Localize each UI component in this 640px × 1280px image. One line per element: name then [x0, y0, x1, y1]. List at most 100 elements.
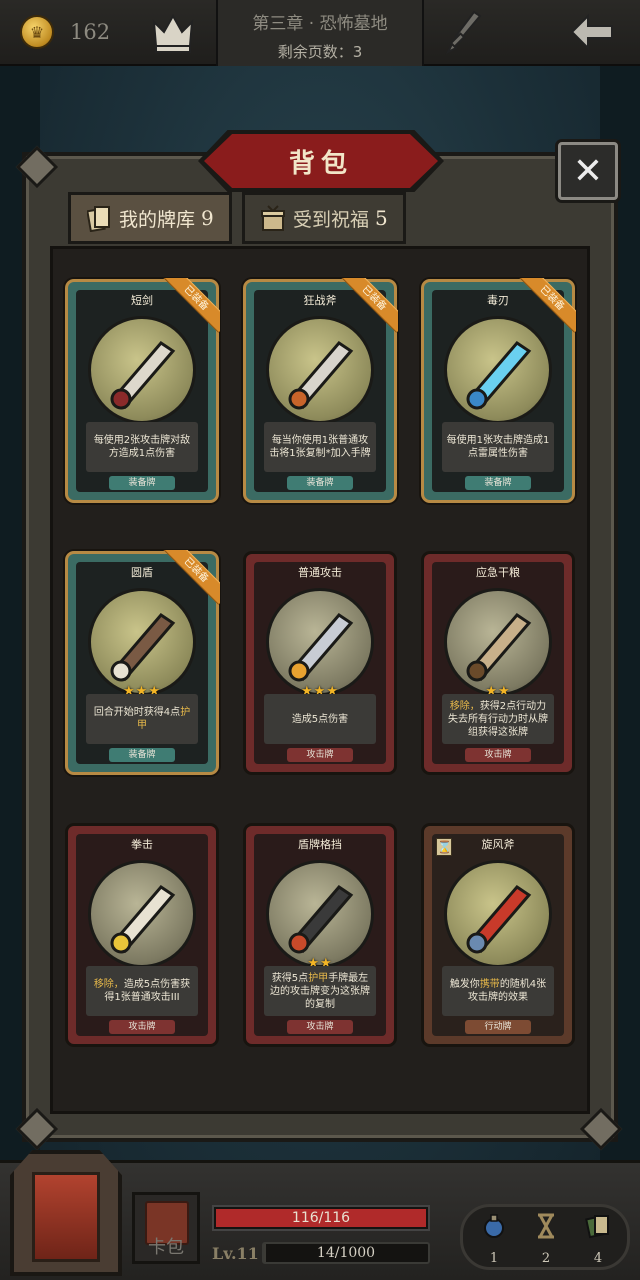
- deck-label: 卡包: [148, 1237, 184, 1258]
- chapter-title: 第三章 · 恐怖墓地: [252, 14, 388, 34]
- equipped-label: 已装备: [162, 550, 220, 605]
- card[interactable]: 狂战斧 每当你使用1张普通攻击将1张复制*加入手牌 装备牌 已装备: [246, 278, 398, 500]
- keyword-highlight: 移除，: [93, 979, 124, 990]
- hp-bar: 116/116: [212, 1205, 430, 1231]
- card-type-label: 行动牌: [465, 1020, 531, 1034]
- chapter-panel: 第三章 · 恐怖墓地 剩余页数：3: [216, 0, 424, 66]
- card-body: 旋风斧 触发你携带的随机4张攻击牌的效果 行动牌 ⌛: [432, 834, 564, 1036]
- whirl-axe-icon: [444, 860, 552, 968]
- card[interactable]: 应急干粮 ★★ 移除，获得2点行动力失去所有行动力时从牌组获得这张牌 攻击牌: [424, 554, 572, 772]
- card-description: 造成5点伤害: [264, 694, 376, 744]
- card-name: 盾牌格挡: [298, 838, 342, 851]
- tab-count: 5: [375, 206, 388, 230]
- card-description: 每使用1张攻击牌造成1点雷属性伤害: [442, 422, 554, 472]
- card-type-label: 装备牌: [109, 748, 175, 762]
- keyword-highlight: 护甲: [137, 707, 191, 731]
- card-description-text: 每当你使用1张普通攻击将1张复制*加入手牌: [269, 435, 371, 459]
- equipped-label: 已装备: [340, 278, 398, 333]
- card[interactable]: 毒刃 每使用1张攻击牌造成1点雷属性伤害 装备牌 已装备: [424, 278, 576, 500]
- equipped-label: 已装备: [518, 278, 576, 333]
- card-body: 拳击移除，造成5点伤害获得1张普通攻击III 攻击牌: [76, 834, 208, 1036]
- card-name: 应急干粮: [476, 566, 520, 579]
- equipped-ribbon: 已装备: [162, 278, 220, 336]
- tab-label: 受到祝福: [293, 208, 370, 231]
- fist-icon: [88, 860, 196, 968]
- top-bar: ♛ 162 第三章 · 恐怖墓地 剩余页数：3: [0, 0, 640, 66]
- card[interactable]: 圆盾 ★★★ 回合开始时获得4点护甲 装备牌 已装备: [68, 550, 220, 772]
- keyword-highlight: 移除，: [449, 700, 480, 712]
- equipped-label: 已装备: [162, 278, 220, 333]
- card-description-text: 移除，获得2点行动力失去所有行动力时从牌组获得这张牌: [448, 700, 548, 738]
- crown-icon[interactable]: [150, 10, 196, 56]
- hero-avatar: [32, 1172, 100, 1262]
- card-description: 移除，获得2点行动力失去所有行动力时从牌组获得这张牌: [442, 694, 554, 744]
- card-type-label: 装备牌: [465, 476, 531, 490]
- sword-slash-icon: [266, 588, 374, 696]
- shield-block-icon: [266, 860, 374, 968]
- inventory-box[interactable]: 1 2 4: [460, 1204, 630, 1270]
- hp-text: 116/116: [291, 1210, 351, 1226]
- card-description: 每使用2张攻击牌对敌方造成1点伤害: [86, 422, 198, 472]
- card-description-text: 每使用2张攻击牌对敌方造成1点伤害: [93, 435, 191, 459]
- xp-text: 14/1000: [316, 1245, 376, 1261]
- card-description: 移除，造成5点伤害获得1张普通攻击III: [86, 966, 198, 1016]
- sword-icon[interactable]: [444, 8, 484, 56]
- gold-coin-icon: ♛: [20, 15, 54, 49]
- card-body: 应急干粮 ★★ 移除，获得2点行动力失去所有行动力时从牌组获得这张牌 攻击牌: [432, 562, 564, 764]
- card-name: 拳击: [131, 838, 153, 851]
- card[interactable]: 短剑 每使用2张攻击牌对敌方造成1点伤害 装备牌 已装备: [68, 278, 220, 500]
- keyword-highlight: 携带: [479, 979, 500, 990]
- inventory-count: 2: [541, 1251, 551, 1266]
- card[interactable]: 普通攻击 ★★★ 造成5点伤害 攻击牌: [246, 554, 394, 772]
- hero-portrait[interactable]: [10, 1150, 122, 1276]
- tab-my-deck[interactable]: 我的牌库 9: [68, 192, 232, 244]
- back-arrow-icon[interactable]: [568, 12, 616, 52]
- card-type-label: 攻击牌: [109, 1020, 175, 1034]
- card-description: 获得5点护甲手牌最左边的攻击牌变为这张牌的复制: [264, 966, 376, 1016]
- card-description-text: 触发你携带的随机4张攻击牌的效果: [449, 979, 547, 1003]
- equipped-ribbon: 已装备: [340, 278, 398, 336]
- cards-icon: [87, 206, 110, 232]
- potion-icon: [484, 1214, 504, 1238]
- inventory-count: 1: [489, 1251, 499, 1266]
- cards-icon: [585, 1215, 609, 1239]
- card-description: 触发你携带的随机4张攻击牌的效果: [442, 966, 554, 1016]
- inventory-item-cards[interactable]: 4: [581, 1213, 615, 1266]
- card[interactable]: 盾牌格挡 ★★ 获得5点护甲手牌最左边的攻击牌变为这张牌的复制 攻击牌: [246, 826, 394, 1044]
- card-type-label: 装备牌: [109, 476, 175, 490]
- keyword-highlight: 护甲: [308, 972, 329, 984]
- gold-count: 162: [70, 20, 111, 44]
- card-body: 普通攻击 ★★★ 造成5点伤害 攻击牌: [254, 562, 386, 764]
- xp-bar: 14/1000: [262, 1242, 430, 1264]
- card-type-label: 装备牌: [287, 476, 353, 490]
- pages-left: 剩余页数：3: [277, 43, 363, 61]
- level-label: Lv.11: [212, 1244, 259, 1263]
- card-name: 普通攻击: [298, 566, 342, 579]
- card-description-text: 每使用1张攻击牌造成1点雷属性伤害: [446, 435, 550, 459]
- panel-title: 背包: [288, 148, 353, 179]
- card-type-label: 攻击牌: [287, 1020, 353, 1034]
- inventory-count: 4: [593, 1251, 603, 1266]
- card-description: 每当你使用1张普通攻击将1张复制*加入手牌: [264, 422, 376, 472]
- hourglass-icon: [538, 1213, 554, 1239]
- title-banner: 背包: [204, 134, 438, 188]
- card-type-label: 攻击牌: [287, 748, 353, 762]
- card-description-text: 移除，造成5点伤害获得1张普通攻击III: [93, 979, 191, 1003]
- card-description-text: 获得5点护甲手牌最左边的攻击牌变为这张牌的复制: [270, 972, 370, 1010]
- tab-blessings[interactable]: 受到祝福 5: [242, 192, 406, 244]
- tab-count: 9: [201, 206, 214, 230]
- inventory-item-hourglass[interactable]: 2: [529, 1213, 563, 1266]
- close-button[interactable]: ✕: [558, 142, 618, 200]
- ration-icon: [444, 588, 552, 696]
- deck-button[interactable]: 卡包: [132, 1192, 200, 1264]
- card-description: 回合开始时获得4点护甲: [86, 694, 198, 744]
- tab-label: 我的牌库: [119, 208, 196, 231]
- card[interactable]: 旋风斧 触发你携带的随机4张攻击牌的效果 行动牌 ⌛: [424, 826, 572, 1044]
- hourglass-icon: ⌛: [436, 838, 452, 856]
- card-description-text: 造成5点伤害: [291, 713, 349, 725]
- equipped-ribbon: 已装备: [518, 278, 576, 336]
- card[interactable]: 拳击移除，造成5点伤害获得1张普通攻击III 攻击牌: [68, 826, 216, 1044]
- gift-icon: [261, 205, 285, 231]
- card-type-label: 攻击牌: [465, 748, 531, 762]
- inventory-item-potion[interactable]: 1: [477, 1213, 511, 1266]
